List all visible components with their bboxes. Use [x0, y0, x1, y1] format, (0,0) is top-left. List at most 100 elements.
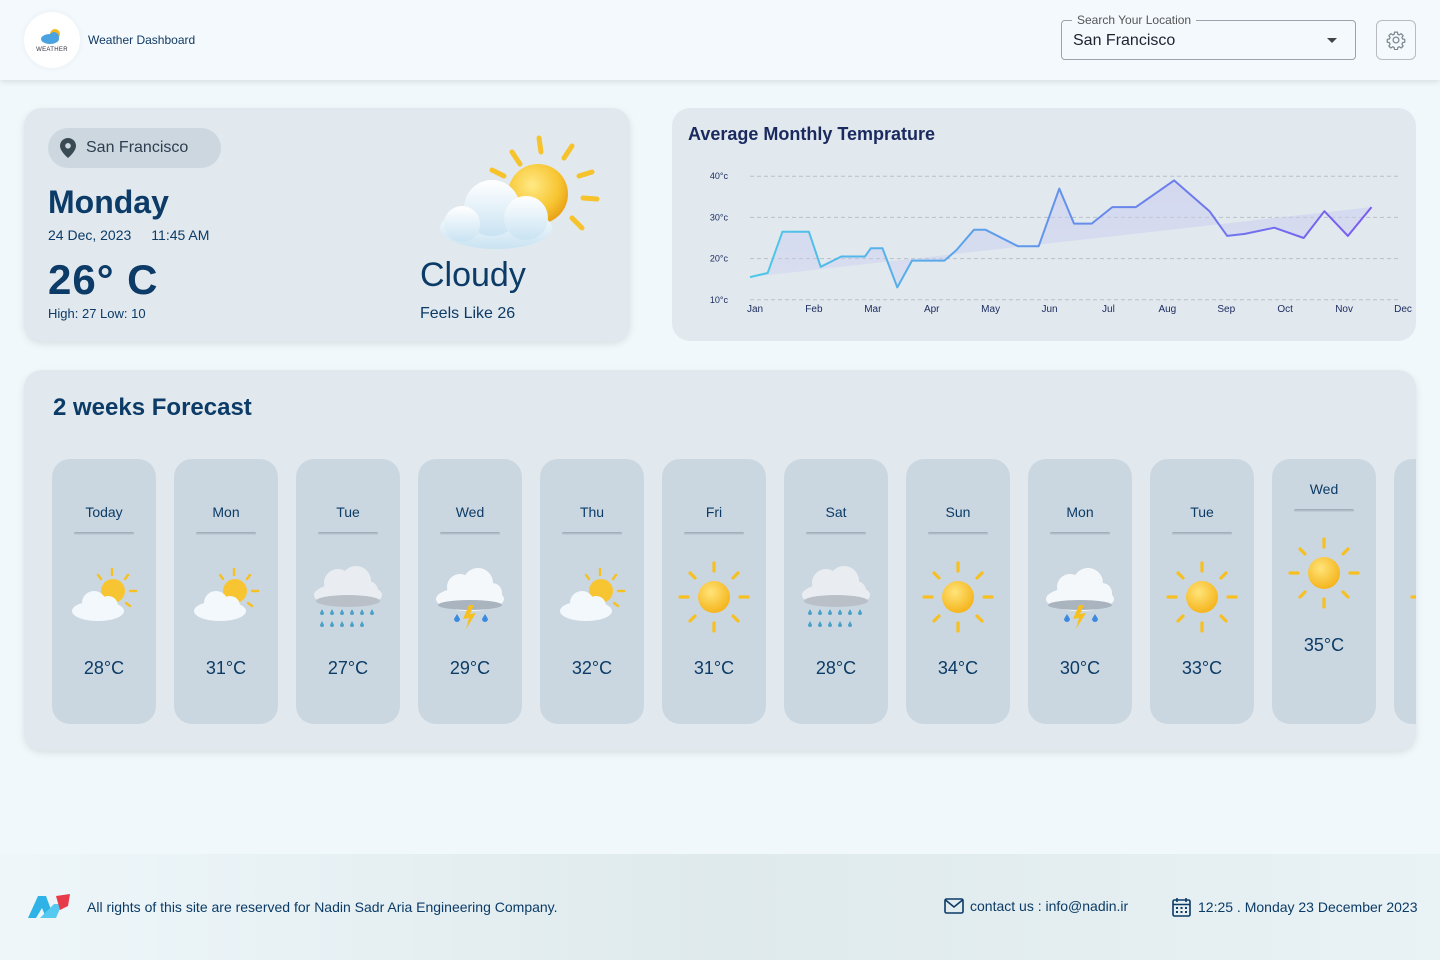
forecast-day-label: Tue	[1190, 504, 1214, 520]
calendar-icon	[1172, 898, 1191, 917]
chart-area-fill	[750, 180, 1372, 288]
forecast-day-card[interactable]: Wed 29°C	[418, 459, 522, 724]
location-search-select[interactable]: Search Your Location San Francisco	[1061, 13, 1356, 60]
search-value: San Francisco	[1073, 32, 1176, 49]
caret-down-icon[interactable]	[1327, 38, 1337, 43]
sun-behind-cloud-icon	[434, 132, 604, 257]
forecast-day-card[interactable]: Today 28°C	[52, 459, 156, 724]
feels-like: Feels Like 26	[420, 305, 516, 322]
thunderstorm-icon	[434, 561, 506, 633]
x-tick-label: Oct	[1277, 304, 1293, 315]
sun-behind-cloud-icon	[68, 561, 140, 633]
x-tick-label: Jun	[1041, 304, 1057, 315]
thunderstorm-icon	[1044, 561, 1116, 633]
forecast-day-card[interactable]: Sun 34°C	[906, 459, 1010, 724]
forecast-day-label: Sat	[825, 504, 847, 520]
footer-datetime: 12:25 . Monday 23 December 2023	[1172, 897, 1417, 917]
rain-cloud-icon	[800, 561, 872, 633]
forecast-day-card[interactable]: Fri 31°C	[662, 459, 766, 724]
current-condition: Cloudy	[420, 256, 526, 294]
forecast-temp: 29°C	[449, 658, 491, 678]
forecast-temp: 31°C	[205, 658, 247, 678]
forecast-day-label: Fri	[705, 504, 723, 520]
forecast-divider	[1050, 532, 1110, 535]
gear-icon	[1386, 31, 1406, 50]
forecast-day-card[interactable]: Tue 27°C	[296, 459, 400, 724]
location-chip[interactable]: San Francisco	[48, 128, 221, 168]
forecast-day-label: Tue	[336, 504, 360, 520]
forecast-day-card[interactable]: Sat 28°C	[784, 459, 888, 724]
forecast-day-label: Mon	[1066, 504, 1094, 520]
forecast-day-label: Mon	[212, 504, 240, 520]
forecast-scroll-track[interactable]: Today 28°C Mon 31°C Tue 27°C Wed 29°C Th…	[52, 459, 1416, 725]
mail-icon	[944, 898, 964, 914]
current-day: Monday	[48, 184, 169, 220]
forecast-day-label: Wed	[1309, 481, 1339, 497]
forecast-title: 2 weeks Forecast	[53, 394, 252, 421]
forecast-divider	[318, 532, 378, 535]
forecast-divider	[928, 532, 988, 535]
current-weather-card: San Francisco Monday 24 Dec, 2023 11:45 A…	[24, 108, 630, 341]
x-tick-label: Dec	[1394, 304, 1412, 315]
forecast-divider	[196, 532, 256, 535]
x-tick-label: May	[981, 304, 1000, 315]
settings-button[interactable]	[1376, 20, 1416, 60]
forecast-day-card[interactable]: Tue 33°C	[1150, 459, 1254, 724]
x-tick-label: Jan	[747, 304, 763, 315]
sun-icon	[1166, 561, 1238, 633]
forecast-divider	[74, 532, 134, 535]
location-label: San Francisco	[86, 139, 189, 156]
sun-behind-cloud-icon	[556, 561, 628, 633]
forecast-day-label: Today	[85, 504, 123, 520]
logo-cloud-icon	[41, 28, 60, 44]
sun-icon	[1288, 537, 1360, 609]
forecast-temp: 33°C	[1181, 658, 1223, 678]
forecast-temp: 35°C	[1303, 635, 1345, 655]
x-tick-label: Feb	[805, 304, 823, 315]
forecast-day-card[interactable]: Thu 32°C	[540, 459, 644, 724]
forecast-temp: 32°C	[571, 658, 613, 678]
forecast-temp: 28°C	[815, 658, 857, 678]
x-tick-label: Mar	[864, 304, 882, 315]
contact-text: contact us : info@nadin.ir	[970, 898, 1129, 914]
forecast-divider	[1172, 532, 1232, 535]
forecast-temp: 27°C	[327, 658, 369, 678]
copyright-text: All rights of this site are reserved for…	[87, 899, 558, 915]
x-tick-label: Nov	[1335, 304, 1353, 315]
app-title: Weather Dashboard	[88, 33, 196, 47]
top-header: WEATHER Weather Dashboard Search Your Lo…	[0, 0, 1440, 80]
sun-icon	[678, 561, 750, 633]
current-date-time: 24 Dec, 2023 11:45 AM	[48, 227, 209, 243]
search-legend: Search Your Location	[1072, 13, 1197, 27]
current-temperature: 26° C	[48, 256, 159, 303]
rain-cloud-icon	[312, 561, 384, 633]
forecast-divider	[806, 532, 866, 535]
forecast-day-label: Sun	[945, 504, 971, 520]
x-tick-label: Apr	[924, 304, 940, 315]
forecast-divider	[684, 532, 744, 535]
forecast-day-label: Wed	[455, 504, 485, 520]
sun-behind-cloud-icon	[190, 561, 262, 633]
y-tick-label: 30°c	[710, 212, 729, 222]
company-logo[interactable]	[26, 892, 72, 927]
current-date: 24 Dec, 2023	[48, 227, 132, 243]
forecast-temp: 31°C	[693, 658, 735, 678]
y-tick-label: 40°c	[710, 171, 729, 181]
forecast-day-card[interactable]: Mon 31°C	[174, 459, 278, 724]
sun-icon	[1410, 561, 1416, 633]
temperature-line-chart: 10°c 20°c 30°c 40°c Jan Feb Mar Apr May Jun Jul Au…	[710, 171, 1412, 315]
x-tick-label: Sep	[1217, 304, 1235, 315]
contact-link[interactable]: contact us : info@nadin.ir	[944, 898, 1128, 914]
forecast-divider	[562, 532, 622, 535]
forecast-day-card[interactable]: Mon 30°C	[1028, 459, 1132, 724]
app-logo[interactable]: WEATHER	[24, 12, 80, 68]
y-tick-label: 10°c	[710, 295, 729, 305]
logo-text: WEATHER	[36, 46, 68, 53]
footer: All rights of this site are reserved for…	[0, 854, 1440, 960]
forecast-temp: 28°C	[83, 658, 125, 678]
forecast-day-card[interactable]	[1394, 459, 1416, 724]
forecast-day-card[interactable]: Wed 35°C	[1272, 459, 1376, 724]
current-time: 11:45 AM	[151, 227, 210, 243]
forecast-divider	[1294, 509, 1354, 512]
y-tick-label: 20°c	[710, 254, 729, 264]
